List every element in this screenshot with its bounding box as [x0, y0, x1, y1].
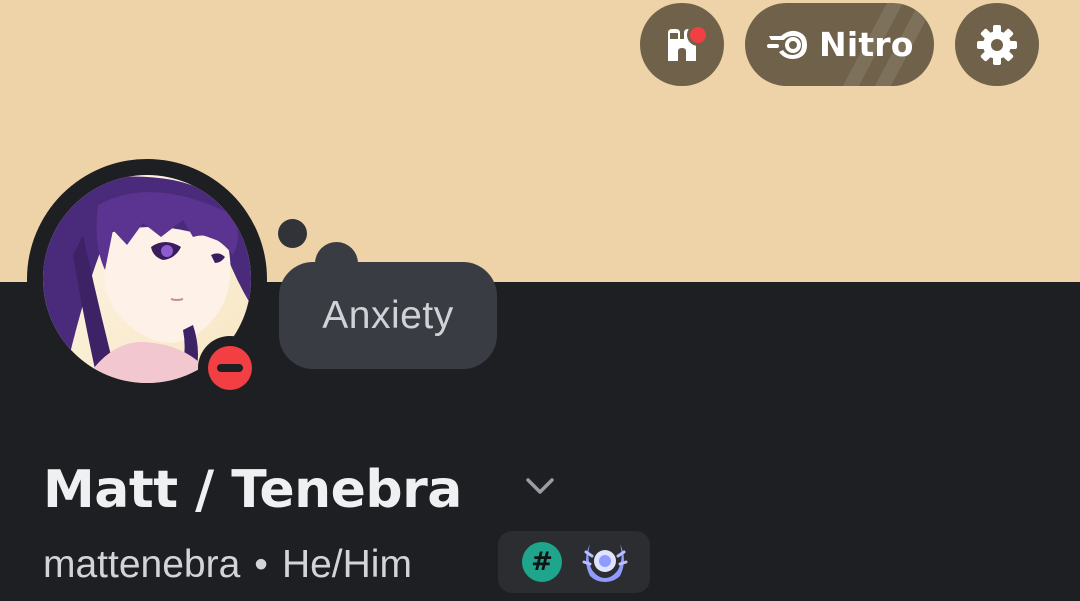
pronouns: He/Him [281, 543, 412, 586]
nitro-label: Nitro [819, 25, 914, 64]
shop-button[interactable] [640, 3, 724, 86]
hashtag-badge-icon[interactable]: # [522, 542, 562, 582]
settings-button[interactable] [955, 3, 1039, 86]
profile-badges: # [498, 531, 650, 593]
profile-screen: Nitro Anxiety Matt / Tenebra mattenebra … [0, 0, 1080, 601]
nitro-button[interactable]: Nitro [745, 3, 934, 86]
thought-bubble-dot [278, 219, 307, 248]
username-line: mattenebra • He/Him [43, 540, 412, 590]
custom-status-bubble[interactable]: Anxiety [279, 262, 497, 369]
separator-dot: • [254, 543, 268, 586]
notification-dot [687, 24, 709, 46]
nitro-icon [767, 30, 807, 59]
display-name[interactable]: Matt / Tenebra [43, 452, 462, 528]
dnd-status-icon [208, 346, 252, 390]
gear-icon [977, 24, 1017, 65]
laurel-badge-icon[interactable] [580, 538, 630, 586]
chevron-down-icon[interactable] [523, 472, 557, 500]
custom-status-text: Anxiety [322, 293, 454, 337]
username: mattenebra [43, 543, 241, 586]
